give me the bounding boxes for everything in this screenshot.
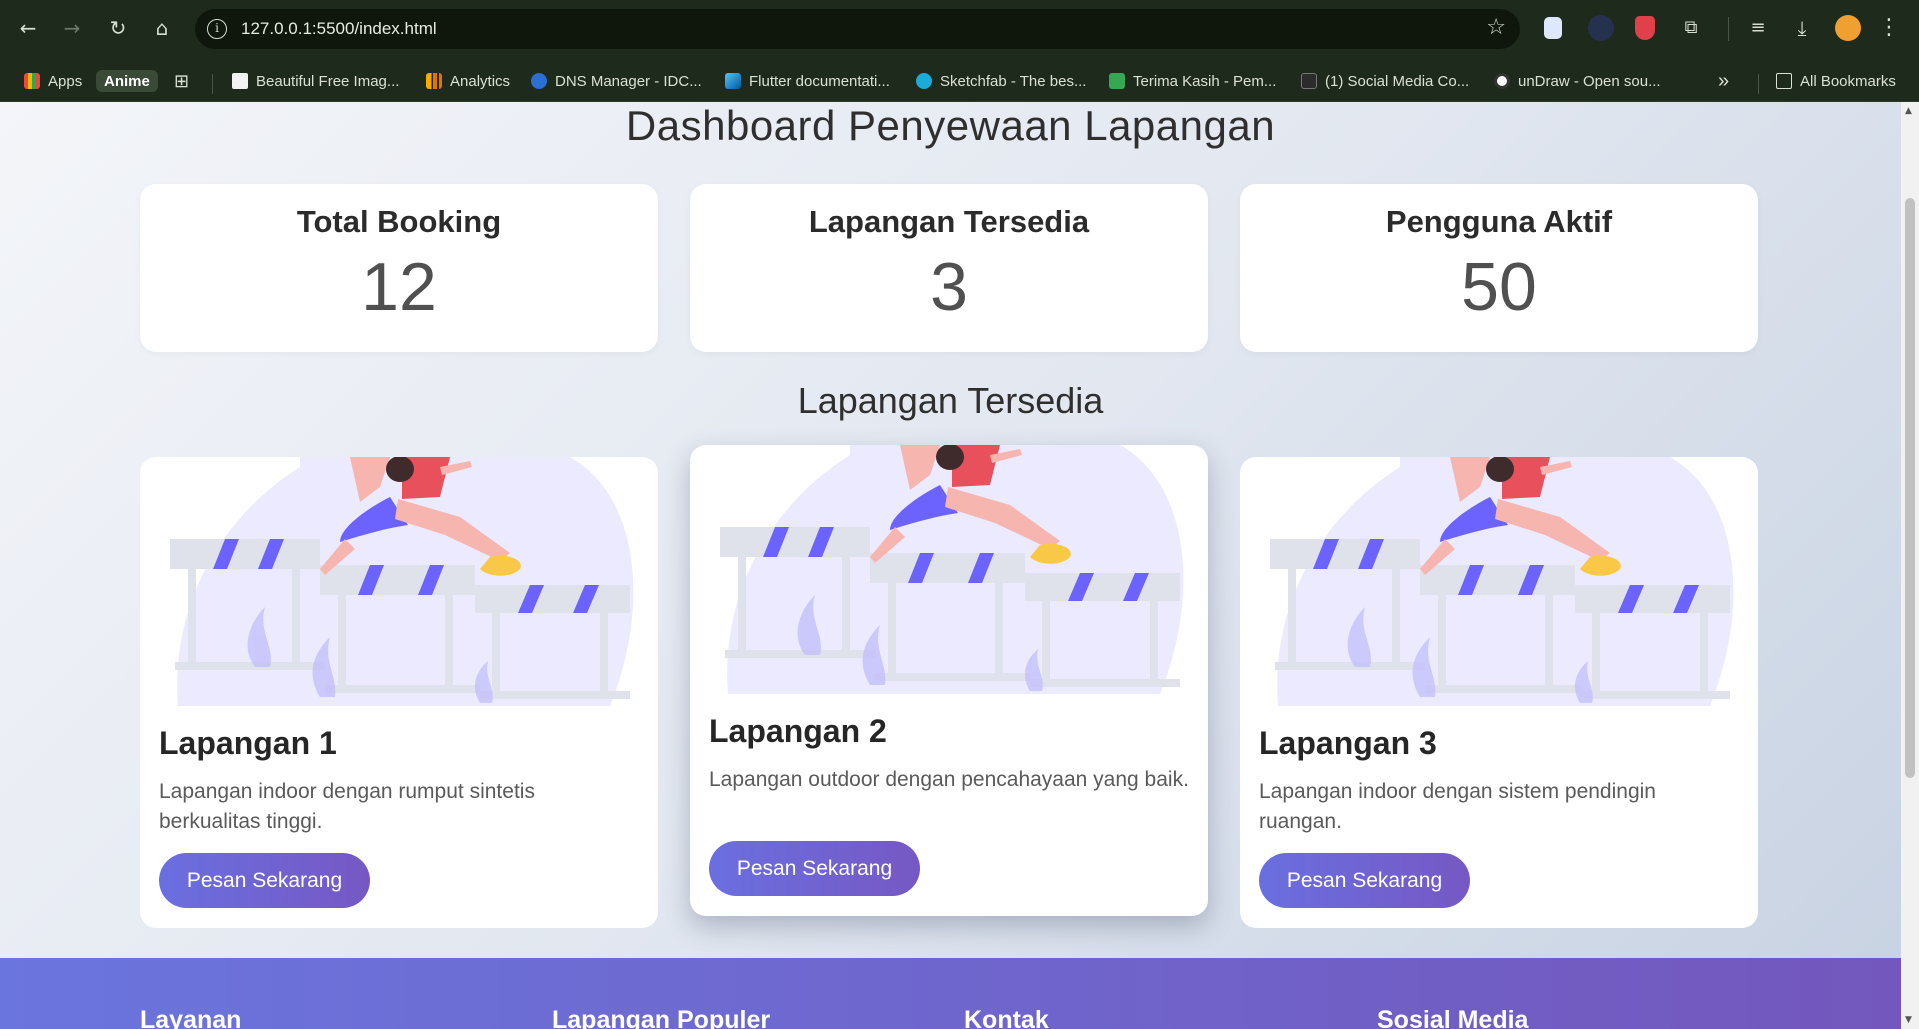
toolbar-divider — [1728, 17, 1729, 41]
bookmarks-bar: Apps Anime ⊞ Beautiful Free Imag... Anal… — [0, 58, 1919, 102]
book-now-button[interactable]: Pesan Sekarang — [159, 853, 370, 908]
url-text[interactable]: 127.0.0.1:5500/index.html — [241, 19, 437, 39]
bookmarks-divider — [212, 74, 213, 94]
footer-heading-kontak: Kontak — [964, 1006, 1049, 1029]
folder-icon — [1776, 73, 1792, 89]
page-scrollbar[interactable]: ▲ ▼ — [1901, 102, 1919, 1029]
analytics-icon — [426, 73, 442, 89]
field-description: Lapangan indoor dengan sistem pendingin … — [1259, 780, 1656, 833]
undraw-icon — [1494, 73, 1510, 89]
idcloudhost-icon — [531, 73, 547, 89]
sheet-icon — [1109, 73, 1125, 89]
bookmark-label: Flutter documentati... — [749, 72, 890, 90]
bookmark-label: Beautiful Free Imag... — [256, 72, 400, 90]
bookmark-beautiful-free-images[interactable]: Beautiful Free Imag... — [232, 70, 399, 92]
bookmark-apps[interactable]: Apps — [24, 70, 82, 92]
stat-label: Lapangan Tersedia — [808, 204, 1090, 239]
unsplash-icon — [232, 73, 248, 89]
stat-card-pengguna-aktif: Pengguna Aktif 50 — [1240, 184, 1758, 352]
forward-icon[interactable]: → — [58, 14, 86, 42]
extension-docs-icon[interactable] — [1544, 17, 1562, 39]
apps-grid-icon — [24, 73, 40, 89]
bookmark-label: DNS Manager - IDC... — [555, 72, 702, 90]
field-card-2: Lapangan 2 Lapangan outdoor dengan penca… — [690, 445, 1208, 916]
browser-toolbar: ← → ↻ ⌂ i 127.0.0.1:5500/index.html ☆ ⧉ … — [0, 0, 1919, 58]
hurdle-runner-illustration — [720, 445, 1184, 694]
home-icon[interactable]: ⌂ — [148, 14, 176, 42]
site-footer: Layanan Lapangan Populer Kontak Sosial M… — [0, 958, 1901, 1029]
field-name: Lapangan 1 — [159, 725, 337, 761]
address-bar[interactable]: i 127.0.0.1:5500/index.html ☆ — [195, 9, 1520, 49]
bookmark-undraw[interactable]: unDraw - Open sou... — [1494, 70, 1661, 92]
tab-groups-icon[interactable]: ⊞ — [174, 70, 189, 92]
bookmark-star-icon[interactable]: ☆ — [1486, 15, 1506, 40]
hurdle-runner-illustration — [170, 457, 634, 706]
page-viewport: Dashboard Penyewaan Lapangan Total Booki… — [0, 102, 1901, 1029]
site-info-icon[interactable]: i — [207, 19, 227, 39]
stat-card-lapangan-tersedia: Lapangan Tersedia 3 — [690, 184, 1208, 352]
profile-avatar[interactable] — [1835, 15, 1861, 41]
stat-card-total-booking: Total Booking 12 — [140, 184, 658, 352]
bookmark-terima-kasih[interactable]: Terima Kasih - Pem... — [1109, 70, 1276, 92]
bookmark-label: Analytics — [450, 72, 511, 90]
bookmark-label: All Bookmarks — [1800, 72, 1896, 90]
all-bookmarks-folder[interactable]: All Bookmarks — [1776, 70, 1896, 92]
field-name: Lapangan 3 — [1259, 725, 1437, 761]
bookmark-dns-manager[interactable]: DNS Manager - IDC... — [531, 70, 702, 92]
bookmark-label: Terima Kasih - Pem... — [1133, 72, 1277, 90]
flutter-icon — [725, 73, 741, 89]
bookmark-label: Apps — [48, 72, 83, 90]
extension-shield-icon[interactable] — [1635, 16, 1655, 40]
sketchfab-icon — [916, 73, 932, 89]
scroll-down-arrow-icon[interactable]: ▼ — [1905, 1015, 1912, 1025]
bookmark-label: (1) Social Media Co... — [1325, 72, 1470, 90]
stat-value: 50 — [1461, 249, 1537, 325]
bookmark-social-media[interactable]: (1) Social Media Co... — [1301, 70, 1469, 92]
page-title: Dashboard Penyewaan Lapangan — [625, 102, 1276, 149]
bookmark-sketchfab[interactable]: Sketchfab - The bes... — [916, 70, 1086, 92]
field-name: Lapangan 2 — [709, 713, 887, 749]
bookmark-label: unDraw - Open sou... — [1518, 72, 1661, 90]
bookmark-label: Sketchfab - The bes... — [940, 72, 1087, 90]
field-card-1: Lapangan 1 Lapangan indoor dengan rumput… — [140, 457, 658, 928]
bookmarks-divider — [1758, 74, 1759, 94]
book-now-button[interactable]: Pesan Sekarang — [1259, 853, 1470, 908]
stat-label: Pengguna Aktif — [1385, 204, 1613, 239]
menu-kebab-icon[interactable]: ⋮ — [1875, 14, 1903, 42]
footer-heading-lapangan-populer: Lapangan Populer — [552, 1006, 771, 1029]
footer-heading-layanan: Layanan — [140, 1006, 242, 1029]
back-icon[interactable]: ← — [14, 14, 42, 42]
stat-value: 3 — [930, 249, 968, 325]
extensions-puzzle-icon[interactable]: ⧉ — [1677, 14, 1705, 42]
stat-label: Total Booking — [296, 204, 502, 239]
bookmark-label: Anime — [104, 72, 150, 90]
page-icon — [1301, 73, 1317, 89]
hurdle-runner-illustration — [1270, 457, 1734, 706]
scrollbar-thumb[interactable] — [1905, 198, 1915, 778]
field-description: Lapangan outdoor dengan pencahayaan yang… — [709, 768, 1189, 791]
field-card-3: Lapangan 3 Lapangan indoor dengan sistem… — [1240, 457, 1758, 928]
reload-icon[interactable]: ↻ — [104, 14, 132, 42]
reading-list-icon[interactable]: ≡ — [1744, 14, 1772, 42]
footer-heading-sosial-media: Sosial Media — [1377, 1006, 1529, 1029]
download-icon[interactable]: ⤓ — [1788, 14, 1816, 42]
field-description: Lapangan indoor dengan rumput sintetis b… — [159, 780, 535, 833]
bookmark-anime[interactable]: Anime — [96, 70, 158, 92]
scroll-up-arrow-icon[interactable]: ▲ — [1905, 106, 1912, 116]
more-bookmarks-icon[interactable]: » — [1718, 70, 1729, 92]
section-title: Lapangan Tersedia — [797, 380, 1104, 421]
bookmark-analytics[interactable]: Analytics — [426, 70, 510, 92]
extension-ai-icon[interactable] — [1588, 15, 1614, 41]
bookmark-flutter[interactable]: Flutter documentati... — [725, 70, 890, 92]
book-now-button[interactable]: Pesan Sekarang — [709, 841, 920, 896]
stat-value: 12 — [361, 249, 437, 325]
